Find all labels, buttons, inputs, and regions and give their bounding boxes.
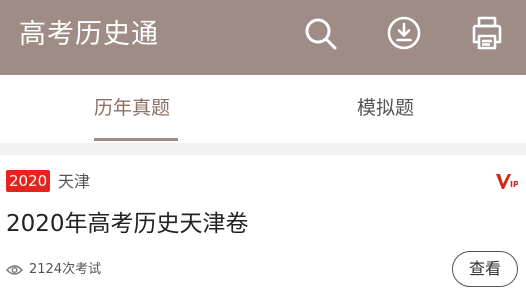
view-button[interactable]: 查看 xyxy=(452,251,518,287)
year-badge: 2020 xyxy=(6,170,51,192)
region-label: 天津 xyxy=(58,172,91,191)
eye-icon xyxy=(6,265,23,275)
views-label: 2124次考试 xyxy=(29,262,102,277)
tab-bar: 历年真题 模拟题 xyxy=(0,75,526,143)
tab-past-exams[interactable]: 历年真题 xyxy=(94,95,170,121)
exam-title[interactable]: 2020年高考历史天津卷 xyxy=(6,208,249,240)
svg-text:IP: IP xyxy=(510,180,518,189)
print-icon[interactable] xyxy=(469,15,505,51)
vip-icon: IP xyxy=(496,172,518,190)
download-icon[interactable] xyxy=(386,15,422,51)
views-count: 2124次考试 xyxy=(6,261,101,279)
list-item[interactable]: 2020 天津 IP 2020年高考历史天津卷 2124次考试 查看 xyxy=(0,155,526,293)
tab-mock-exams[interactable]: 模拟题 xyxy=(357,95,414,121)
search-icon[interactable] xyxy=(302,15,338,51)
section-divider xyxy=(0,143,526,155)
active-tab-indicator xyxy=(94,138,178,141)
app-title: 高考历史通 xyxy=(19,19,159,50)
app-header: 高考历史通 xyxy=(0,0,526,75)
